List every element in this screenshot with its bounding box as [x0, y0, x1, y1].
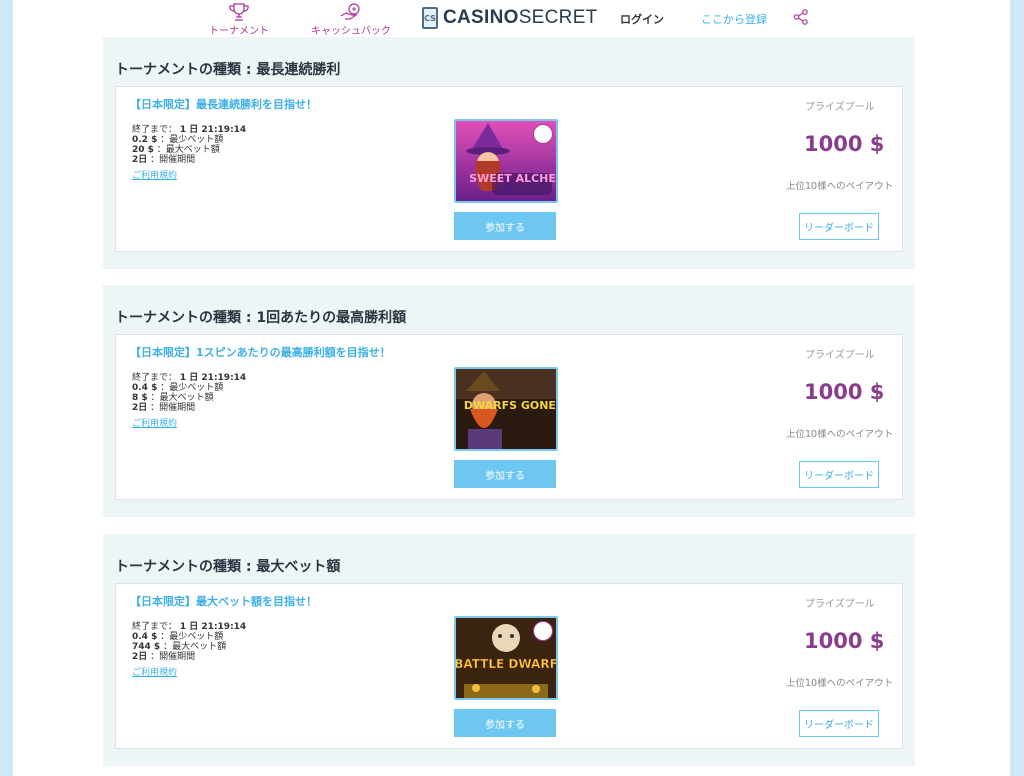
logo-mark-icon: CS	[422, 7, 438, 29]
tournament-type-title: トーナメントの種類 : 最長連続勝利	[115, 62, 341, 78]
tournament-badge-icon	[533, 621, 553, 641]
join-button[interactable]: 参加する	[454, 212, 556, 240]
nav-cashback-label: キャッシュバック	[311, 26, 391, 37]
prize-pool-label: プライズプール	[805, 599, 875, 610]
payout-text: 上位10様へのペイアウト	[786, 429, 894, 440]
tournament-details: 終了まで： 1 日 21:19:14 0.2 $ ：最少ベット額 20 $ ：最…	[132, 125, 247, 181]
svg-text:DWARFS GONE WILD: DWARFS GONE WILD	[464, 399, 556, 412]
nav-cashback[interactable]: キャッシュバック	[311, 3, 391, 37]
payout-text: 上位10様へのペイアウト	[786, 678, 894, 689]
login-link[interactable]: ログイン	[620, 11, 664, 27]
share-icon[interactable]	[793, 9, 809, 29]
svg-text:BATTLE DWARF: BATTLE DWARF	[456, 657, 556, 671]
header: トーナメント キャッシュバック CS CASINOSECRET ログイン ここか…	[13, 0, 1010, 37]
tournament-type-title: トーナメントの種類 : 1回あたりの最高勝利額	[115, 310, 407, 326]
tournament-type-title: トーナメントの種類 : 最大ベット額	[115, 559, 341, 575]
tournament-badge-icon	[533, 124, 553, 144]
terms-link[interactable]: ご利用規約	[132, 171, 177, 181]
leaderboard-button[interactable]: リーダーボード	[799, 213, 879, 240]
nav-tournament[interactable]: トーナメント	[209, 3, 269, 37]
prize-pool-label: プライズプール	[805, 350, 875, 361]
game-thumbnail[interactable]: SWEET ALCHEMY	[454, 119, 558, 203]
leaderboard-button[interactable]: リーダーボード	[799, 461, 879, 488]
prize-pool-amount: 1000 $	[804, 132, 885, 156]
prize-pool-amount: 1000 $	[804, 629, 885, 653]
prize-pool-label: プライズプール	[805, 102, 875, 113]
prize-pool-amount: 1000 $	[804, 380, 885, 404]
casinosecret-logo[interactable]: CS CASINOSECRET	[422, 7, 598, 29]
tournament-card: 【日本限定】最大ベット額を目指せ！ 終了まで： 1 日 21:19:14 0.4…	[115, 583, 903, 749]
svg-text:SWEET ALCHEMY: SWEET ALCHEMY	[469, 172, 556, 185]
join-button[interactable]: 参加する	[454, 460, 556, 488]
tournament-details: 終了まで： 1 日 21:19:14 0.4 $ ：最少ベット額 8 $ ：最大…	[132, 373, 247, 429]
tournament-card-title[interactable]: 【日本限定】1スピンあたりの最高勝利額を目指せ！	[130, 344, 391, 360]
tournament-section: トーナメントの種類 : 1回あたりの最高勝利額 【日本限定】1スピンあたりの最高…	[103, 285, 915, 517]
tournament-section: トーナメントの種類 : 最長連続勝利 【日本限定】最長連続勝利を目指せ！ 終了ま…	[103, 37, 915, 269]
tournament-card: 【日本限定】1スピンあたりの最高勝利額を目指せ！ 終了まで： 1 日 21:19…	[115, 334, 903, 500]
tournament-details: 終了まで： 1 日 21:19:14 0.4 $ ：最少ベット額 744 $ ：…	[132, 622, 247, 678]
page: トーナメント キャッシュバック CS CASINOSECRET ログイン ここか…	[13, 0, 1010, 776]
tournament-card-title[interactable]: 【日本限定】最長連続勝利を目指せ！	[130, 96, 317, 112]
register-link[interactable]: ここから登録	[701, 11, 767, 27]
leaderboard-button[interactable]: リーダーボード	[799, 710, 879, 737]
tournament-card: 【日本限定】最長連続勝利を目指せ！ 終了まで： 1 日 21:19:14 0.2…	[115, 86, 903, 252]
tournament-card-title[interactable]: 【日本限定】最大ベット額を目指せ！	[130, 593, 317, 609]
game-thumbnail[interactable]: BATTLE DWARF	[454, 616, 558, 700]
cashback-hand-icon	[340, 3, 360, 20]
terms-link[interactable]: ご利用規約	[132, 668, 177, 678]
join-button[interactable]: 参加する	[454, 709, 556, 737]
tournament-section: トーナメントの種類 : 最大ベット額 【日本限定】最大ベット額を目指せ！ 終了ま…	[103, 534, 915, 766]
trophy-icon	[229, 3, 249, 21]
nav-tournament-label: トーナメント	[209, 26, 269, 37]
logo-text: CASINOSECRET	[443, 7, 598, 28]
game-thumbnail[interactable]: DWARFS GONE WILD	[454, 367, 558, 451]
payout-text: 上位10様へのペイアウト	[786, 181, 894, 192]
terms-link[interactable]: ご利用規約	[132, 419, 177, 429]
